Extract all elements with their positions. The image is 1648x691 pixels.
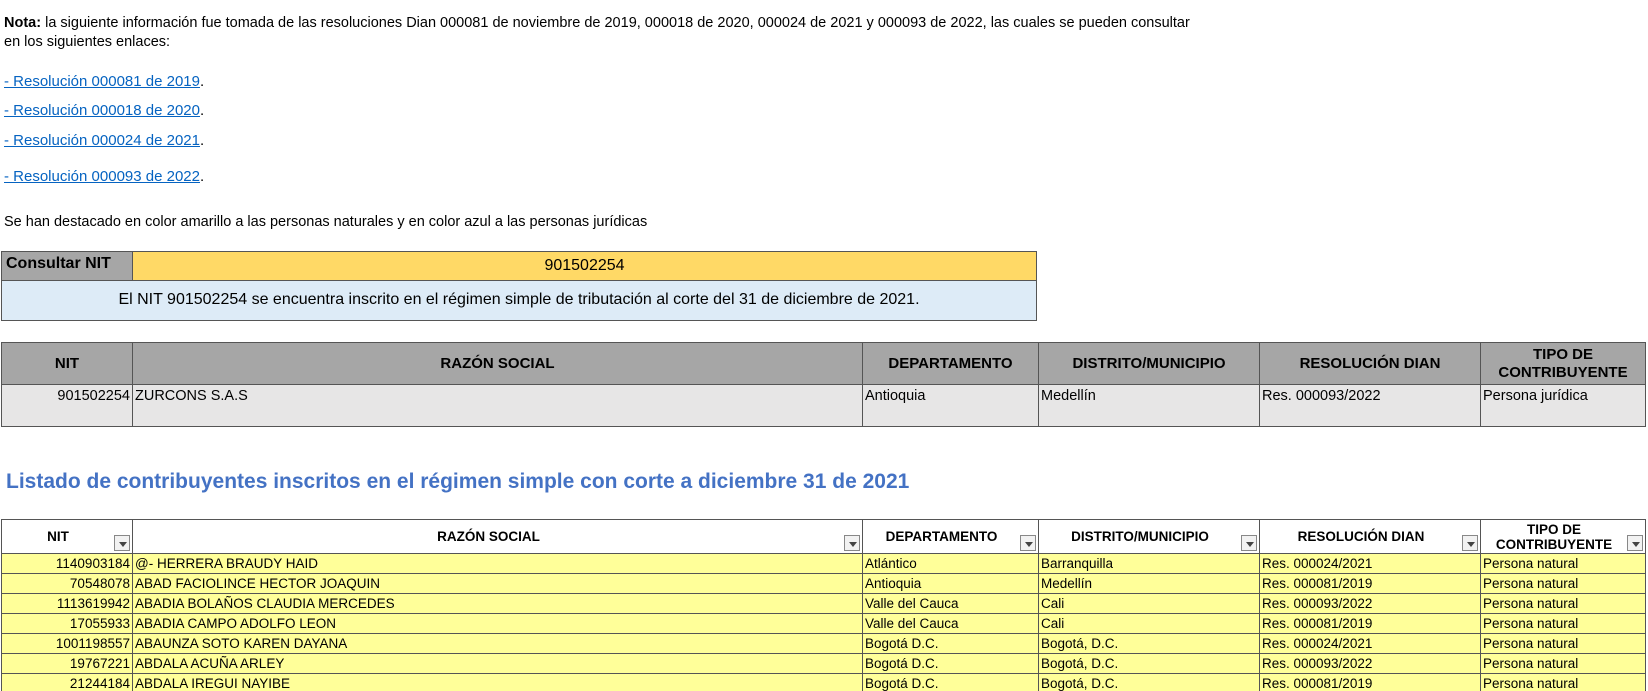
result-table: NIT RAZÓN SOCIAL DEPARTAMENTO DISTRITO/M… [1, 342, 1646, 427]
link-text[interactable]: - Resolución 000081 de 2019 [4, 73, 200, 90]
cell-distrito-municipio[interactable]: Cali [1038, 593, 1260, 614]
result-row: 901502254 ZURCONS S.A.S Antioquia Medell… [1, 384, 1646, 427]
cell-tipo-contribuyente[interactable]: Persona natural [1480, 633, 1646, 654]
table-row: 1113619942 ABADIA BOLAÑOS CLAUDIA MERCEDE… [1, 593, 1646, 614]
cell-nit[interactable]: 1001198557 [1, 633, 133, 654]
cell-nit[interactable]: 17055933 [1, 613, 133, 634]
cell-tipo-contribuyente[interactable]: Persona jurídica [1480, 384, 1646, 427]
cell-departamento[interactable]: Valle del Cauca [862, 613, 1039, 634]
table-row: 21244184 ABDALA IREGUI NAYIBE Bogotá D.C. B… [1, 673, 1646, 691]
cell-resolucion-dian[interactable]: Res. 000093/2022 [1259, 653, 1481, 674]
cell-departamento[interactable]: Atlántico [862, 553, 1039, 574]
link-resolucion-2019[interactable]: - Resolución 000081 de 2019. [4, 73, 204, 90]
list-header-nit: NIT [1, 519, 133, 554]
cell-nit[interactable]: 70548078 [1, 573, 133, 594]
filter-dropdown-icon[interactable] [1627, 535, 1643, 551]
filter-dropdown-icon[interactable] [1241, 535, 1257, 551]
cell-razon-social[interactable]: ABADIA BOLAÑOS CLAUDIA MERCEDES [132, 593, 863, 614]
header-tipo-contribuyente: TIPO DE CONTRIBUYENTE [1480, 342, 1646, 385]
list-header-tipo-contribuyente: TIPO DE CONTRIBUYENTE [1480, 519, 1646, 554]
cell-razon-social[interactable]: ABAD FACIOLINCE HECTOR JOAQUIN [132, 573, 863, 594]
note-text: la siguiente información fue tomada de l… [4, 15, 1190, 50]
nit-lookup-input[interactable]: 901502254 [133, 252, 1036, 280]
header-departamento: DEPARTAMENTO [862, 342, 1039, 385]
cell-resolucion-dian[interactable]: Res. 000081/2019 [1259, 613, 1481, 634]
header-razon-social: RAZÓN SOCIAL [132, 342, 863, 385]
taxpayer-list-table: NIT RAZÓN SOCIAL DEPARTAMENTO DISTRITO/M… [1, 519, 1646, 691]
cell-resolucion-dian[interactable]: Res. 000081/2019 [1259, 573, 1481, 594]
nit-lookup-message: El NIT 901502254 se encuentra inscrito e… [2, 281, 1036, 320]
cell-razon-social[interactable]: @- HERRERA BRAUDY HAID [132, 553, 863, 574]
cell-distrito-municipio[interactable]: Cali [1038, 613, 1260, 634]
cell-nit[interactable]: 901502254 [1, 384, 133, 427]
cell-tipo-contribuyente[interactable]: Persona natural [1480, 653, 1646, 674]
cell-razon-social[interactable]: ZURCONS S.A.S [132, 384, 863, 427]
cell-departamento[interactable]: Bogotá D.C. [862, 673, 1039, 691]
note-paragraph: Nota: la siguiente información fue tomad… [4, 14, 1204, 52]
header-distrito-municipio: DISTRITO/MUNICIPIO [1038, 342, 1260, 385]
cell-departamento[interactable]: Antioquia [862, 384, 1039, 427]
list-header-distrito-municipio: DISTRITO/MUNICIPIO [1038, 519, 1260, 554]
cell-resolucion-dian[interactable]: Res. 000024/2021 [1259, 553, 1481, 574]
filter-dropdown-icon[interactable] [1462, 535, 1478, 551]
cell-departamento[interactable]: Antioquia [862, 573, 1039, 594]
cell-nit[interactable]: 1113619942 [1, 593, 133, 614]
list-header-razon-social: RAZÓN SOCIAL [132, 519, 863, 554]
cell-tipo-contribuyente[interactable]: Persona natural [1480, 553, 1646, 574]
nit-lookup-box: Consultar NIT 901502254 El NIT 901502254… [1, 251, 1037, 321]
table-row: 1140903184 @- HERRERA BRAUDY HAID Atlántic… [1, 553, 1646, 574]
cell-departamento[interactable]: Bogotá D.C. [862, 633, 1039, 654]
section-title: Listado de contribuyentes inscritos en e… [6, 470, 910, 493]
filter-dropdown-icon[interactable] [844, 535, 860, 551]
link-text[interactable]: - Resolución 000018 de 2020 [4, 102, 200, 119]
cell-razon-social[interactable]: ABDALA IREGUI NAYIBE [132, 673, 863, 691]
cell-tipo-contribuyente[interactable]: Persona natural [1480, 673, 1646, 691]
cell-nit[interactable]: 21244184 [1, 673, 133, 691]
cell-departamento[interactable]: Valle del Cauca [862, 593, 1039, 614]
cell-distrito-municipio[interactable]: Medellín [1038, 384, 1260, 427]
highlight-note: Se han destacado en color amarillo a las… [4, 214, 648, 230]
result-header-row: NIT RAZÓN SOCIAL DEPARTAMENTO DISTRITO/M… [1, 342, 1646, 385]
cell-nit[interactable]: 1140903184 [1, 553, 133, 574]
header-resolucion-dian: RESOLUCIÓN DIAN [1259, 342, 1481, 385]
list-header-resolucion-dian: RESOLUCIÓN DIAN [1259, 519, 1481, 554]
cell-distrito-municipio[interactable]: Bogotá, D.C. [1038, 653, 1260, 674]
list-header-departamento: DEPARTAMENTO [862, 519, 1039, 554]
cell-departamento[interactable]: Bogotá D.C. [862, 653, 1039, 674]
cell-distrito-municipio[interactable]: Barranquilla [1038, 553, 1260, 574]
cell-distrito-municipio[interactable]: Bogotá, D.C. [1038, 633, 1260, 654]
table-row: 17055933 ABADIA CAMPO ADOLFO LEON Valle de… [1, 613, 1646, 634]
cell-tipo-contribuyente[interactable]: Persona natural [1480, 613, 1646, 634]
link-resolucion-2021[interactable]: - Resolución 000024 de 2021. [4, 132, 204, 149]
cell-razon-social[interactable]: ABAUNZA SOTO KAREN DAYANA [132, 633, 863, 654]
link-resolucion-2020[interactable]: - Resolución 000018 de 2020. [4, 102, 204, 119]
cell-razon-social[interactable]: ABDALA ACUÑA ARLEY [132, 653, 863, 674]
cell-resolucion-dian[interactable]: Res. 000093/2022 [1259, 593, 1481, 614]
filter-dropdown-icon[interactable] [1020, 535, 1036, 551]
cell-tipo-contribuyente[interactable]: Persona natural [1480, 573, 1646, 594]
cell-tipo-contribuyente[interactable]: Persona natural [1480, 593, 1646, 614]
cell-razon-social[interactable]: ABADIA CAMPO ADOLFO LEON [132, 613, 863, 634]
list-header-row: NIT RAZÓN SOCIAL DEPARTAMENTO DISTRITO/M… [1, 519, 1646, 554]
link-text[interactable]: - Resolución 000024 de 2021 [4, 132, 200, 149]
nit-lookup-label: Consultar NIT [2, 252, 133, 280]
link-text[interactable]: - Resolución 000093 de 2022 [4, 168, 200, 185]
note-label: Nota: [4, 15, 42, 31]
cell-distrito-municipio[interactable]: Medellín [1038, 573, 1260, 594]
filter-dropdown-icon[interactable] [114, 535, 130, 551]
cell-resolucion-dian[interactable]: Res. 000093/2022 [1259, 384, 1481, 427]
table-row: 19767221 ABDALA ACUÑA ARLEY Bogotá D.C. Bog… [1, 653, 1646, 674]
cell-distrito-municipio[interactable]: Bogotá, D.C. [1038, 673, 1260, 691]
cell-resolucion-dian[interactable]: Res. 000081/2019 [1259, 673, 1481, 691]
link-resolucion-2022[interactable]: - Resolución 000093 de 2022. [4, 168, 204, 185]
cell-resolucion-dian[interactable]: Res. 000024/2021 [1259, 633, 1481, 654]
table-row: 1001198557 ABAUNZA SOTO KAREN DAYANA Bogot… [1, 633, 1646, 654]
header-nit: NIT [1, 342, 133, 385]
table-row: 70548078 ABAD FACIOLINCE HECTOR JOAQUIN An… [1, 573, 1646, 594]
cell-nit[interactable]: 19767221 [1, 653, 133, 674]
